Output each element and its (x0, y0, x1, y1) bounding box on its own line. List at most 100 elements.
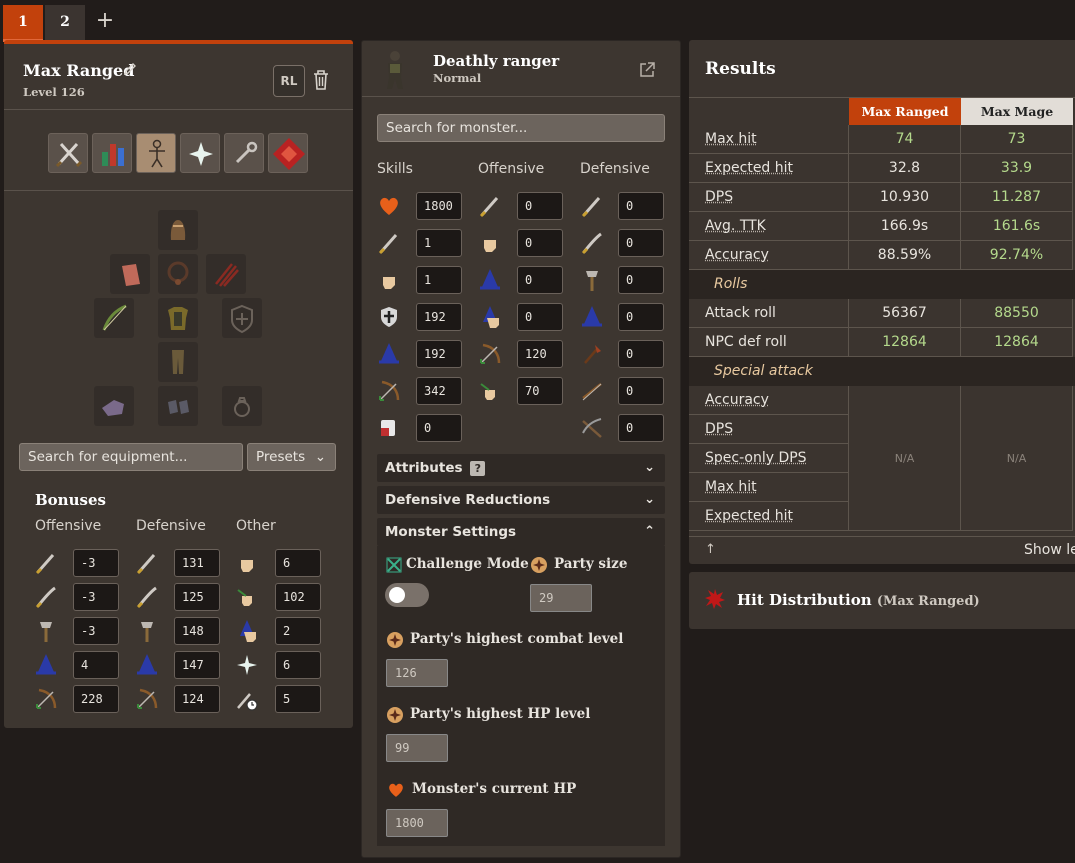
defensive-reductions-accordion[interactable]: Defensive Reductions ⌄ (377, 486, 665, 514)
party-size-icon (530, 556, 548, 574)
prayers-icon[interactable] (180, 133, 220, 173)
bonus-offensive-stab[interactable]: -3 (73, 549, 119, 577)
strength-icon (376, 267, 402, 293)
spec-ranged-na: N/A (849, 386, 961, 531)
external-link-icon[interactable] (638, 61, 656, 79)
monster-offensive-ranged-strength[interactable]: 70 (517, 377, 563, 405)
bonus-other-ranged-strength[interactable]: 102 (275, 583, 321, 611)
bonus-offensive-magic[interactable]: 4 (73, 651, 119, 679)
combat-styles-icon[interactable] (48, 133, 88, 173)
bonus-other-attack-speed[interactable]: 5 (275, 685, 321, 713)
defensive-reductions-label: Defensive Reductions (385, 492, 551, 508)
rolls-section-header: Rolls (689, 270, 1075, 299)
edit-name-icon[interactable] (122, 61, 138, 77)
presets-select[interactable]: Presets ⌄ (247, 443, 336, 471)
ranged-strength-icon (477, 378, 503, 404)
boosts-icon[interactable] (268, 133, 308, 173)
challenge-mode-icon (386, 557, 402, 573)
runelite-import-button[interactable]: RL (273, 65, 305, 97)
column-header-max-mage[interactable]: Max Mage (961, 98, 1073, 125)
help-icon[interactable]: ? (470, 461, 486, 476)
monster-offensive-magic-strength[interactable]: 0 (517, 303, 563, 331)
monster-skill-hitpoints[interactable]: 1800 (416, 192, 462, 220)
dps-ranged-value: 10.930 (849, 183, 961, 212)
spec-mage-na: N/A (961, 386, 1073, 531)
party-size-input[interactable]: 29 (530, 584, 592, 612)
party-size-label: Party size (554, 556, 628, 572)
add-loadout-button[interactable]: + (95, 8, 115, 33)
accuracy-mage-value: 92.74% (961, 241, 1073, 270)
bonus-other-prayer[interactable]: 6 (275, 651, 321, 679)
hands-slot[interactable] (94, 386, 134, 426)
chevron-down-icon: ⌄ (644, 460, 655, 475)
party-combat-input[interactable]: 126 (386, 659, 448, 687)
bonuses-offensive-header: Offensive (35, 518, 102, 534)
tab-loadout-2[interactable]: 2 (45, 5, 85, 42)
neck-slot[interactable] (158, 254, 198, 294)
bonuses-defensive-header: Defensive (136, 518, 206, 534)
ring-slot[interactable] (222, 386, 262, 426)
bonus-other-strength[interactable]: 6 (275, 549, 321, 577)
slash-icon (33, 584, 59, 610)
current-hp-input[interactable]: 1800 (386, 809, 448, 837)
party-hp-input[interactable]: 99 (386, 734, 448, 762)
weapon-slot[interactable] (94, 298, 134, 338)
bonus-defensive-ranged[interactable]: 124 (174, 685, 220, 713)
show-less-button[interactable]: Show le (1024, 542, 1075, 558)
monster-offensive-strength[interactable]: 0 (517, 229, 563, 257)
attributes-accordion[interactable]: Attributes ? ⌄ (377, 454, 665, 482)
bonus-defensive-magic[interactable]: 147 (174, 651, 220, 679)
ammo-slot[interactable] (206, 254, 246, 294)
monster-skill-strength[interactable]: 1 (416, 266, 462, 294)
scroll-up-arrow-icon[interactable]: ↑ (705, 542, 716, 557)
monster-offensive-magic[interactable]: 0 (517, 266, 563, 294)
monster-search-input[interactable]: Search for monster... (377, 114, 665, 142)
bonus-defensive-slash[interactable]: 125 (174, 583, 220, 611)
monster-settings-accordion[interactable]: Monster Settings ⌃ (377, 518, 665, 546)
monster-offensive-ranged[interactable]: 120 (517, 340, 563, 368)
monster-skill-magic[interactable]: 192 (416, 340, 462, 368)
feet-slot[interactable] (158, 386, 198, 426)
max-hit-ranged-value: 74 (849, 125, 961, 154)
bonus-offensive-slash[interactable]: -3 (73, 583, 119, 611)
shield-slot[interactable] (222, 298, 262, 338)
monster-defensive-magic[interactable]: 0 (618, 303, 664, 331)
hitpoints-icon (386, 780, 406, 800)
body-slot[interactable] (158, 298, 198, 338)
hit-splat-icon (704, 588, 726, 610)
equipment-body-icon[interactable] (136, 133, 176, 173)
current-hp-label: Monster's current HP (412, 781, 577, 797)
cape-slot[interactable] (110, 254, 150, 294)
bonus-offensive-ranged[interactable]: 228 (73, 685, 119, 713)
skills-stats-icon[interactable] (92, 133, 132, 173)
monster-defensive-light[interactable]: 0 (618, 340, 664, 368)
attack-roll-mage-value: 88550 (961, 299, 1073, 328)
bonus-other-magic-strength[interactable]: 2 (275, 617, 321, 645)
equipment-search-input[interactable]: Search for equipment... (19, 443, 243, 471)
hit-distribution-panel[interactable]: Hit Distribution (Max Ranged) (689, 572, 1075, 629)
delete-loadout-icon[interactable] (311, 69, 331, 91)
monster-defensive-stab[interactable]: 0 (618, 192, 664, 220)
monster-skill-ranged[interactable]: 342 (416, 377, 462, 405)
challenge-mode-toggle[interactable] (385, 583, 429, 607)
bonus-offensive-crush[interactable]: -3 (73, 617, 119, 645)
monster-skill-extra[interactable]: 0 (416, 414, 462, 442)
settings-wrench-icon[interactable] (224, 133, 264, 173)
ranged-icon (33, 686, 59, 712)
monster-defensive-slash[interactable]: 0 (618, 229, 664, 257)
tab-loadout-1[interactable]: 1 (3, 5, 43, 42)
monster-skill-defence[interactable]: 192 (416, 303, 462, 331)
monster-defensive-heavy[interactable]: 0 (618, 414, 664, 442)
column-header-max-ranged[interactable]: Max Ranged (849, 98, 961, 125)
bonus-defensive-stab[interactable]: 131 (174, 549, 220, 577)
monster-defensive-standard[interactable]: 0 (618, 377, 664, 405)
magic-icon (477, 267, 503, 293)
legs-slot[interactable] (158, 342, 198, 382)
monster-skill-attack[interactable]: 1 (416, 229, 462, 257)
bonus-defensive-crush[interactable]: 148 (174, 617, 220, 645)
ranged-icon (477, 341, 503, 367)
monster-defensive-crush[interactable]: 0 (618, 266, 664, 294)
monster-offensive-attack[interactable]: 0 (517, 192, 563, 220)
accuracy-ranged-value: 88.59% (849, 241, 961, 270)
head-slot[interactable] (158, 210, 198, 250)
